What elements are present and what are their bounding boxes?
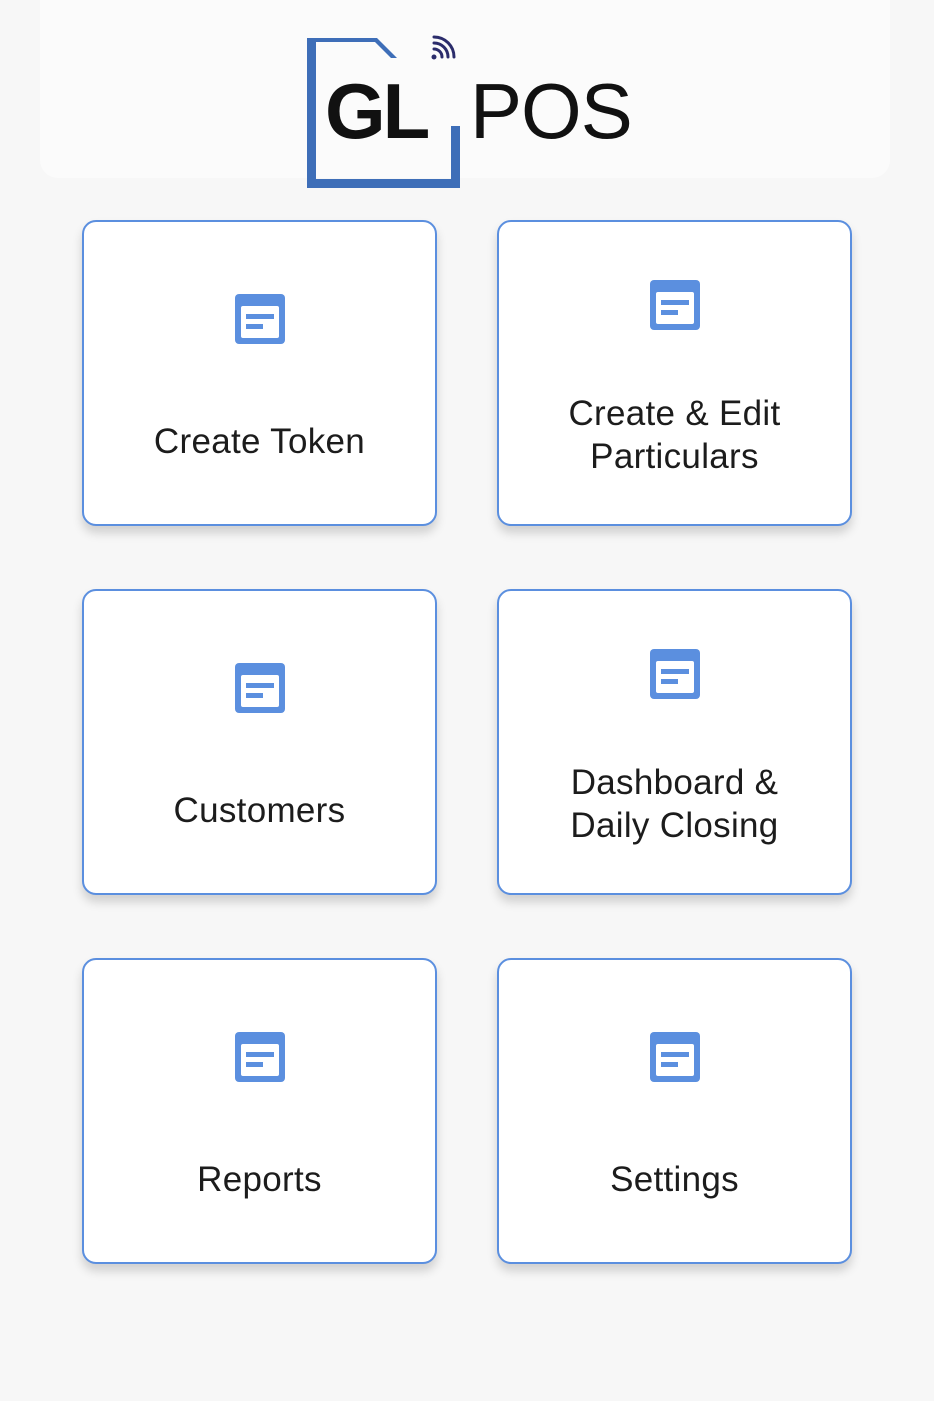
logo-text-pos: POS	[470, 67, 633, 155]
settings-card[interactable]: Settings	[497, 958, 852, 1264]
document-icon	[234, 1032, 285, 1082]
document-icon	[649, 1032, 700, 1082]
home-screen: GL POS Create Token Create & Edit Partic…	[0, 0, 934, 1401]
gl-pos-logo: GL POS	[305, 34, 635, 190]
document-icon	[649, 280, 700, 330]
create-edit-particulars-card[interactable]: Create & Edit Particulars	[497, 220, 852, 526]
customers-label: Customers	[173, 791, 346, 830]
create-token-label: Create Token	[153, 422, 366, 461]
dashboard-daily-closing-label: Dashboard & Daily Closing	[570, 763, 779, 845]
settings-label: Settings	[610, 1160, 739, 1199]
document-icon	[234, 663, 285, 713]
document-icon	[649, 649, 700, 699]
customers-card[interactable]: Customers	[82, 589, 437, 895]
reports-card[interactable]: Reports	[82, 958, 437, 1264]
logo-text-gl: GL	[325, 67, 430, 155]
menu-grid: Create Token Create & Edit Particulars C…	[82, 220, 852, 1264]
document-icon	[234, 294, 285, 344]
signal-icon	[431, 35, 456, 60]
reports-label: Reports	[197, 1160, 322, 1199]
create-edit-particulars-label: Create & Edit Particulars	[568, 394, 781, 476]
dashboard-daily-closing-card[interactable]: Dashboard & Daily Closing	[497, 589, 852, 895]
create-token-card[interactable]: Create Token	[82, 220, 437, 526]
